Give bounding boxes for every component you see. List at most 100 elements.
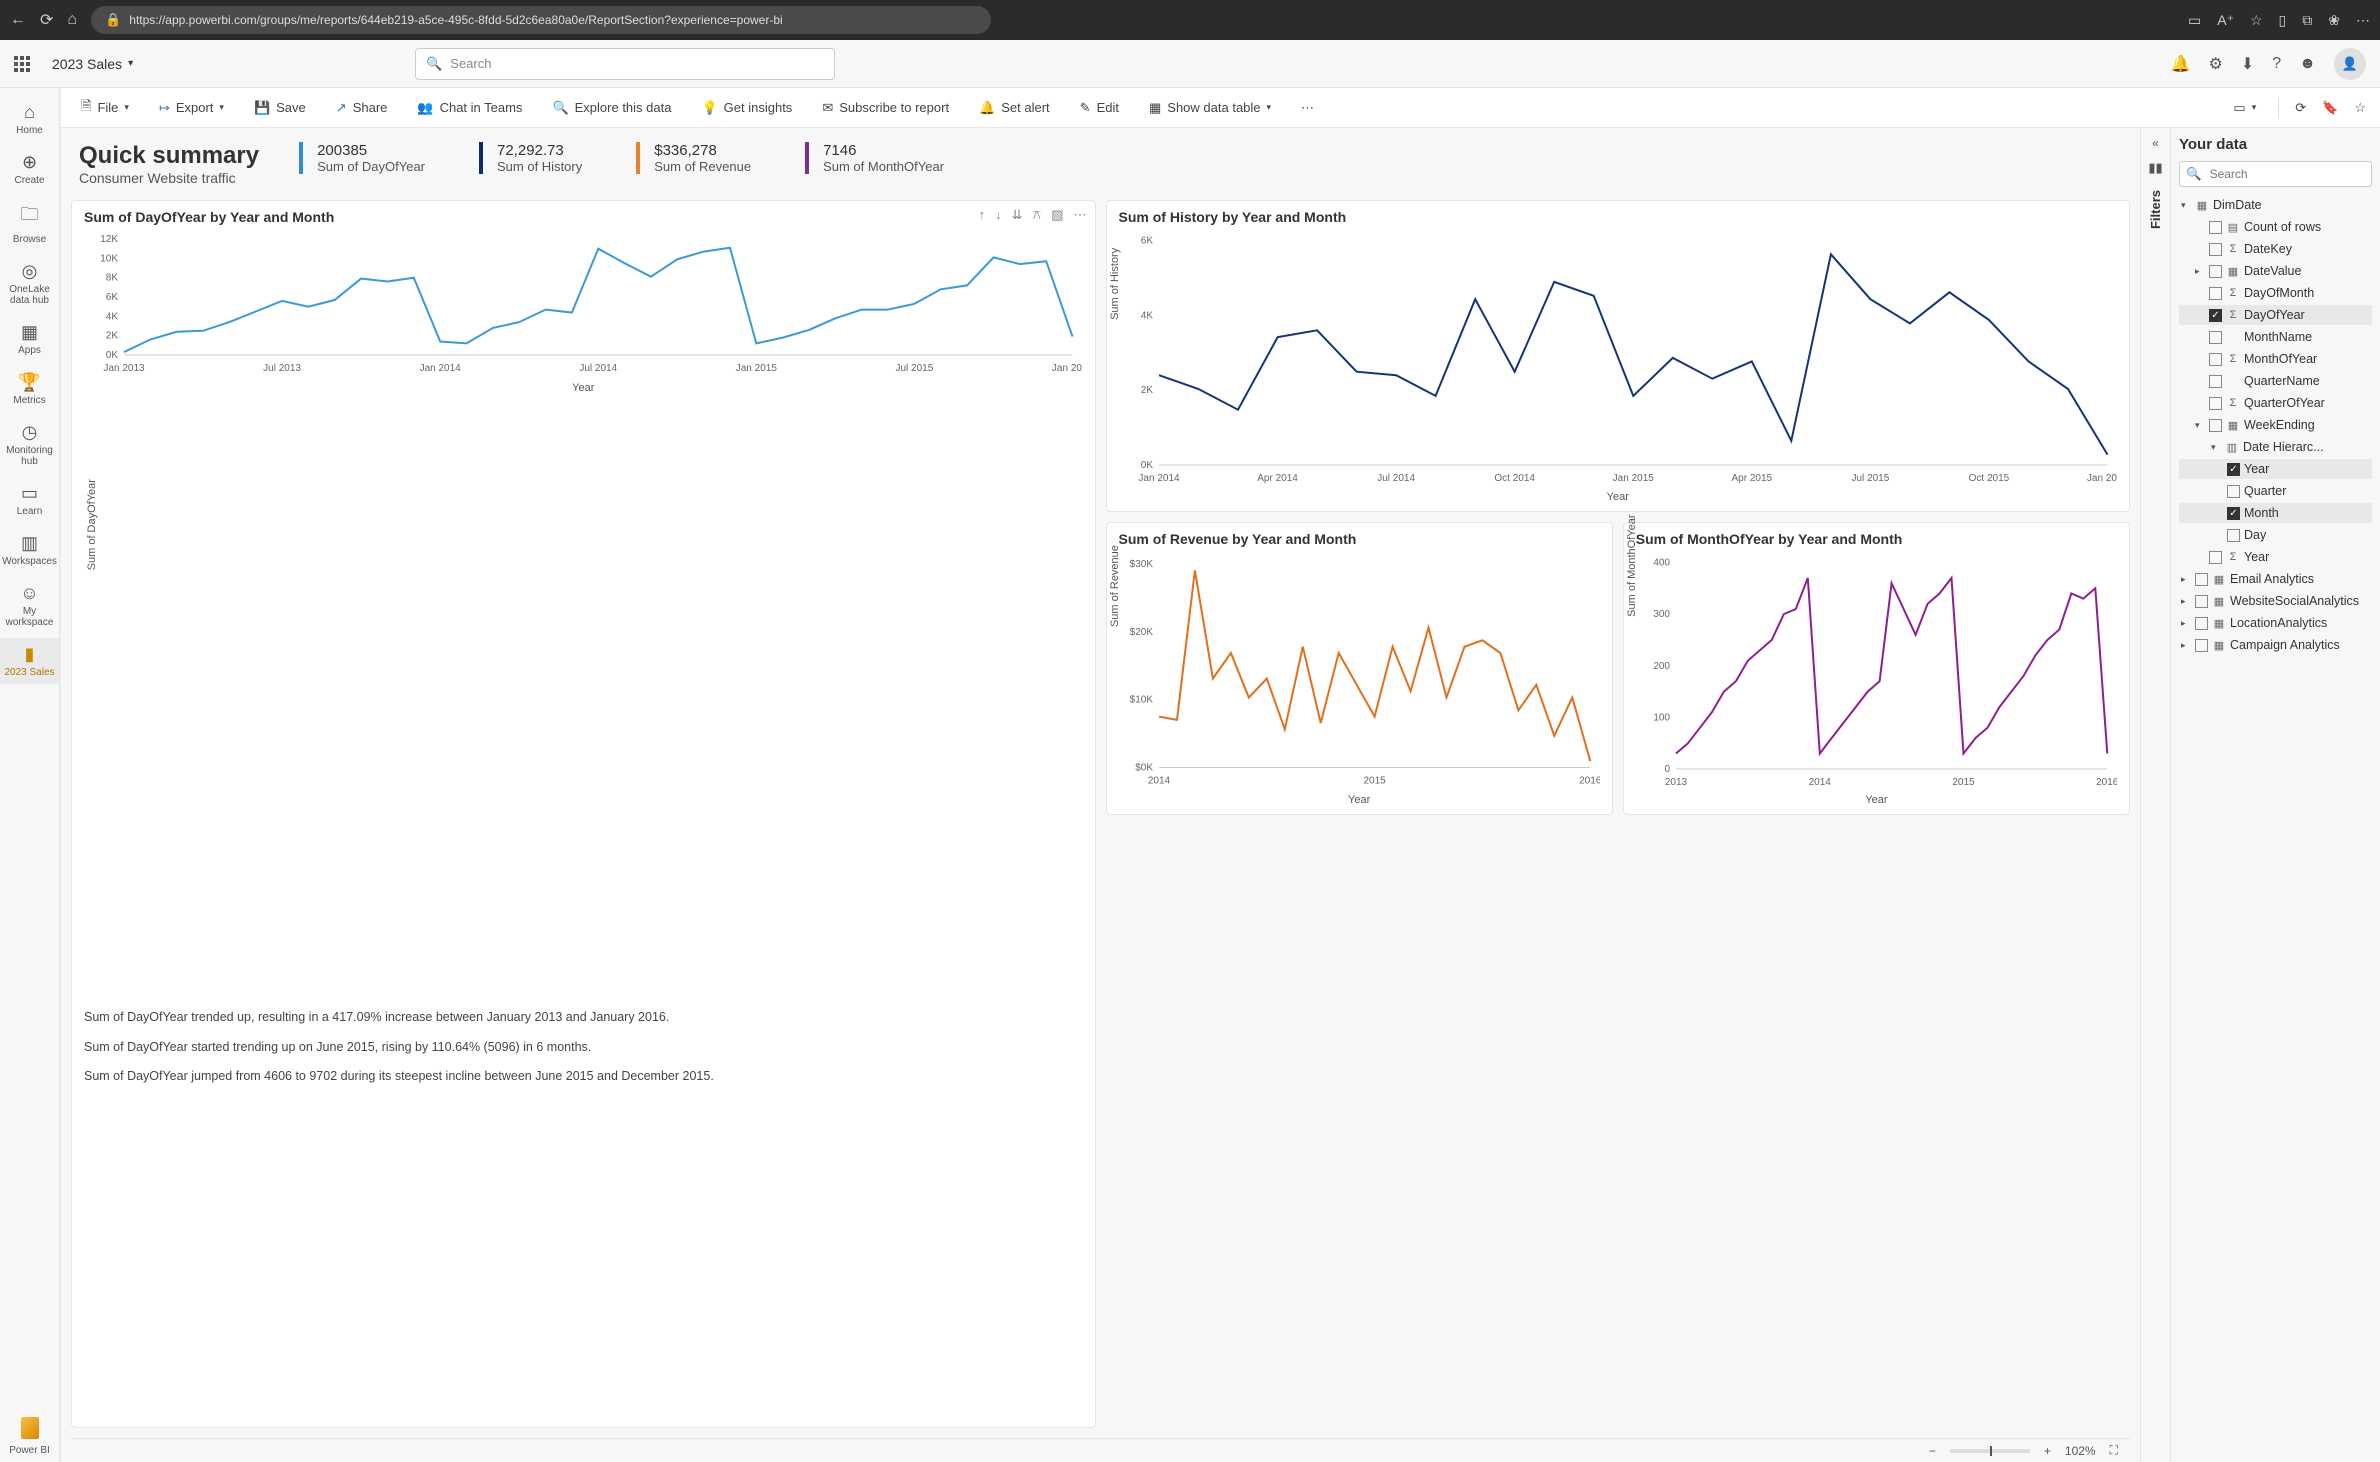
- nav-learn[interactable]: ▭Learn: [0, 477, 59, 523]
- share-button[interactable]: ↗Share: [330, 96, 394, 120]
- drill-up-icon[interactable]: ↑: [979, 207, 986, 223]
- hierarchy-icon[interactable]: ⚻: [1033, 207, 1042, 223]
- refresh-icon[interactable]: ⟳: [40, 10, 53, 30]
- field-month[interactable]: ✓Month: [2179, 503, 2372, 523]
- collections-icon[interactable]: ▯: [2279, 12, 2287, 29]
- kpi-dayofyear[interactable]: 200385 Sum of DayOfYear: [299, 142, 439, 174]
- field-quartername[interactable]: QuarterName: [2179, 371, 2372, 391]
- back-icon[interactable]: ←: [10, 11, 26, 29]
- nav-powerbi[interactable]: Power BI: [0, 1411, 59, 1462]
- field-monthofyear[interactable]: ΣMonthOfYear: [2179, 349, 2372, 369]
- svg-text:Oct 2014: Oct 2014: [1494, 473, 1535, 484]
- account-avatar[interactable]: 👤: [2334, 48, 2366, 80]
- url-bar[interactable]: 🔒 https://app.powerbi.com/groups/me/repo…: [91, 6, 991, 34]
- expand-filters-icon[interactable]: «: [2152, 136, 2159, 150]
- global-search[interactable]: 🔍 Search: [415, 48, 835, 80]
- app-launcher-icon[interactable]: [14, 56, 30, 72]
- refresh-visuals-icon[interactable]: ⟳: [2295, 100, 2306, 116]
- zoom-out-button[interactable]: −: [1929, 1444, 1936, 1458]
- report-name-dropdown[interactable]: 2023 Sales ▾: [44, 52, 141, 76]
- field-quarter[interactable]: Quarter: [2179, 481, 2372, 501]
- nav-current-report[interactable]: ▮2023 Sales: [0, 638, 59, 684]
- filters-pane-collapsed[interactable]: « ▮▮ Filters: [2140, 128, 2170, 1462]
- chart-history: 0K2K4K6KJan 2014Apr 2014Jul 2014Oct 2014…: [1119, 229, 2118, 491]
- field-monthname[interactable]: MonthName: [2179, 327, 2372, 347]
- nav-apps[interactable]: ▦Apps: [0, 316, 59, 362]
- data-pane-title: Your data: [2179, 136, 2372, 153]
- visual-revenue[interactable]: Sum of Revenue by Year and Month Sum of …: [1106, 522, 1613, 816]
- table-campaign-analytics[interactable]: ▸▦Campaign Analytics: [2179, 635, 2372, 655]
- zoom-in-button[interactable]: +: [2044, 1444, 2051, 1458]
- edit-button[interactable]: ✎Edit: [1074, 96, 1125, 120]
- view-mode-button[interactable]: ▭ ▾: [2227, 96, 2262, 120]
- kpi-monthofyear[interactable]: 7146 Sum of MonthOfYear: [805, 142, 958, 174]
- insights-button[interactable]: 💡Get insights: [695, 96, 798, 120]
- focus-mode-icon[interactable]: ▧: [1051, 207, 1063, 223]
- nav-monitoring[interactable]: ◷Monitoring hub: [0, 416, 59, 473]
- export-menu[interactable]: ↦Export▾: [153, 96, 230, 120]
- nav-create[interactable]: ⊕Create: [0, 146, 59, 192]
- field-datekey[interactable]: ΣDateKey: [2179, 239, 2372, 259]
- field-dayofmonth[interactable]: ΣDayOfMonth: [2179, 283, 2372, 303]
- field-year[interactable]: ✓Year: [2179, 459, 2372, 479]
- nav-metrics[interactable]: 🏆Metrics: [0, 366, 59, 412]
- extensions-icon[interactable]: ⧉: [2302, 12, 2312, 29]
- nav-my-workspace[interactable]: ☺My workspace: [0, 577, 59, 634]
- field-year2[interactable]: ΣYear: [2179, 547, 2372, 567]
- data-search[interactable]: 🔍: [2179, 161, 2372, 187]
- visual-history[interactable]: Sum of History by Year and Month Sum of …: [1106, 200, 2131, 512]
- field-quarterofyear[interactable]: ΣQuarterOfYear: [2179, 393, 2372, 413]
- settings-icon[interactable]: ⚙: [2209, 54, 2223, 74]
- table-website-analytics[interactable]: ▸▦WebsiteSocialAnalytics: [2179, 591, 2372, 611]
- nav-home[interactable]: ⌂Home: [0, 96, 59, 142]
- feedback-icon[interactable]: ☻: [2299, 55, 2316, 73]
- read-aloud-icon[interactable]: A⁺: [2217, 12, 2234, 29]
- save-button[interactable]: 💾Save: [248, 96, 312, 120]
- alert-button[interactable]: 🔔Set alert: [973, 96, 1056, 120]
- chat-teams-button[interactable]: 👥Chat in Teams: [411, 96, 528, 120]
- data-search-input[interactable]: [2208, 166, 2367, 182]
- field-date-hierarchy[interactable]: ▾▥Date Hierarc...: [2179, 437, 2372, 457]
- expand-down-icon[interactable]: ⇊: [1012, 207, 1023, 223]
- lock-icon: 🔒: [105, 12, 121, 28]
- app-mode-icon[interactable]: ▭: [2188, 12, 2201, 29]
- subscribe-button[interactable]: ✉Subscribe to report: [816, 96, 955, 120]
- overflow-icon[interactable]: ⋯: [2356, 12, 2370, 29]
- search-icon: 🔍: [2186, 167, 2202, 182]
- kpi-revenue[interactable]: $336,278 Sum of Revenue: [636, 142, 765, 174]
- help-icon[interactable]: ?: [2272, 55, 2281, 73]
- drill-down-icon[interactable]: ↓: [995, 207, 1002, 223]
- field-dayofyear[interactable]: ✓ΣDayOfYear: [2179, 305, 2372, 325]
- nav-workspaces[interactable]: ▥Workspaces: [0, 527, 59, 573]
- home-icon[interactable]: ⌂: [67, 11, 77, 29]
- report-toolbar: 🗎File▾ ↦Export▾ 💾Save ↗Share 👥Chat in Te…: [61, 88, 2380, 128]
- file-menu[interactable]: 🗎File▾: [75, 93, 135, 123]
- datatable-button[interactable]: ▦Show data table▾: [1143, 96, 1277, 120]
- table-icon: ▦: [1149, 100, 1161, 116]
- copilot-icon[interactable]: ❀: [2328, 12, 2340, 29]
- favorite-icon[interactable]: ☆: [2250, 12, 2263, 29]
- visual-more-icon[interactable]: ⋯: [1074, 207, 1087, 223]
- fit-page-icon[interactable]: ⛶: [2110, 1443, 2118, 1458]
- svg-text:2013: 2013: [1665, 777, 1688, 788]
- table-location-analytics[interactable]: ▸▦LocationAnalytics: [2179, 613, 2372, 633]
- table-email-analytics[interactable]: ▸▦Email Analytics: [2179, 569, 2372, 589]
- field-day[interactable]: Day: [2179, 525, 2372, 545]
- star-icon[interactable]: ☆: [2354, 100, 2366, 116]
- field-datevalue[interactable]: ▸▦DateValue: [2179, 261, 2372, 281]
- svg-text:Jan 2016: Jan 2016: [2086, 473, 2117, 484]
- nav-onelake[interactable]: ◎OneLake data hub: [0, 255, 59, 312]
- table-dimdate[interactable]: ▾▦DimDate: [2179, 195, 2372, 215]
- download-icon[interactable]: ⬇: [2241, 54, 2254, 74]
- notifications-icon[interactable]: 🔔: [2171, 54, 2191, 74]
- visual-dayofyear[interactable]: Sum of DayOfYear by Year and Month ↑ ↓ ⇊…: [71, 200, 1096, 1428]
- kpi-history[interactable]: 72,292.73 Sum of History: [479, 142, 596, 174]
- explore-button[interactable]: 🔍Explore this data: [546, 96, 677, 120]
- field-count-of-rows[interactable]: ▤Count of rows: [2179, 217, 2372, 237]
- bookmark-icon[interactable]: 🔖: [2322, 100, 2338, 116]
- visual-monthofyear[interactable]: Sum of MonthOfYear by Year and Month Sum…: [1623, 522, 2130, 816]
- subscribe-icon: ✉: [822, 100, 833, 116]
- field-weekending[interactable]: ▾▦WeekEnding: [2179, 415, 2372, 435]
- nav-browse[interactable]: 🗀Browse: [0, 196, 59, 251]
- toolbar-overflow[interactable]: ⋯: [1295, 96, 1320, 120]
